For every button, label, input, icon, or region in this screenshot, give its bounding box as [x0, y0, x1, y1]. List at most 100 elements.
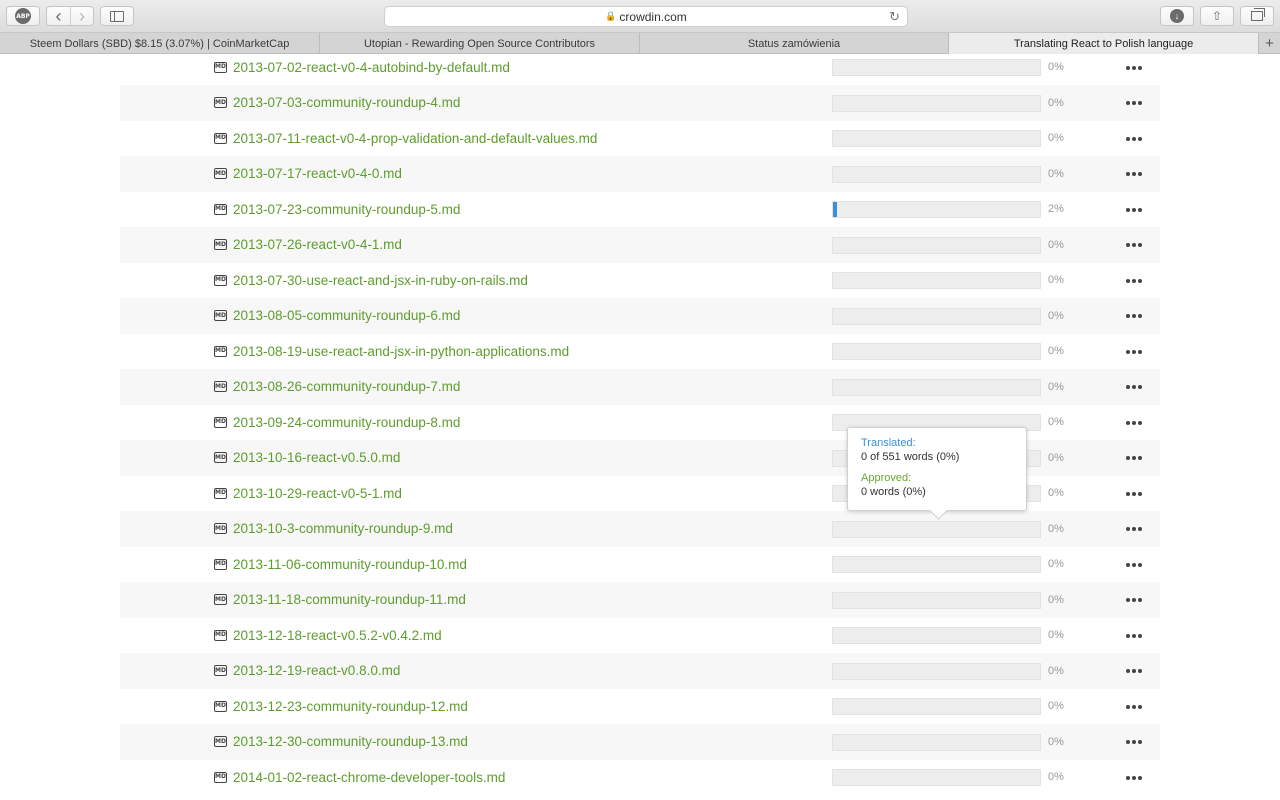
translation-progress-bar[interactable] — [832, 343, 1041, 360]
more-options-icon[interactable] — [1126, 703, 1142, 711]
translation-progress-bar[interactable] — [832, 130, 1041, 147]
sidebar-toggle-button[interactable] — [100, 6, 134, 26]
reload-icon[interactable]: ↻ — [889, 9, 900, 25]
markdown-file-icon: MD — [214, 700, 227, 712]
dot — [1126, 243, 1130, 247]
dot — [1138, 65, 1142, 70]
file-name-link[interactable]: 2013-11-06-community-roundup-10.md — [233, 557, 467, 572]
more-options-icon[interactable] — [1126, 419, 1142, 427]
translation-progress-bar[interactable] — [832, 627, 1041, 644]
markdown-file-icon: MD — [214, 132, 227, 144]
file-name-link[interactable]: 2014-01-02-react-chrome-developer-tools.… — [233, 770, 505, 785]
more-options-icon[interactable] — [1126, 454, 1142, 462]
file-list: MD 2013-07-02-react-v0-4-autobind-by-defa… — [0, 54, 1280, 800]
address-bar[interactable]: 🔒 crowdin.com ↻ — [384, 6, 908, 27]
file-name-link[interactable]: 2013-07-23-community-roundup-5.md — [233, 202, 460, 217]
forward-button[interactable]: › — [69, 6, 93, 26]
file-name-link[interactable]: 2013-07-30-use-react-and-jsx-in-ruby-on-… — [233, 273, 528, 288]
translation-progress-bar[interactable] — [832, 662, 1041, 680]
file-name-link[interactable]: 2013-07-11-react-v0-4-prop-validation-an… — [233, 131, 597, 146]
more-options-icon[interactable] — [1126, 490, 1142, 498]
file-name-link[interactable]: 2013-11-18-community-roundup-11.md — [233, 592, 466, 607]
tab-crowdin-react[interactable]: Translating React to Polish language — [949, 33, 1259, 54]
chevron-right-icon: › — [78, 6, 85, 26]
dot — [1126, 456, 1130, 460]
translation-progress-bar[interactable] — [832, 591, 1041, 609]
more-options-icon[interactable] — [1126, 774, 1142, 782]
progress-percent: 0% — [1048, 238, 1064, 251]
more-options-icon[interactable] — [1126, 135, 1142, 143]
file-name-link[interactable]: 2013-12-23-community-roundup-12.md — [233, 699, 468, 714]
translation-progress-bar[interactable] — [832, 733, 1041, 751]
more-options-icon[interactable] — [1126, 632, 1142, 640]
file-name-link[interactable]: 2013-10-29-react-v0-5-1.md — [233, 486, 402, 501]
more-options-icon[interactable] — [1126, 64, 1142, 72]
more-options-icon[interactable] — [1126, 383, 1142, 391]
dot — [1138, 349, 1142, 354]
translation-progress-bar[interactable] — [832, 59, 1041, 76]
translation-progress-bar[interactable] — [832, 556, 1041, 573]
show-tabs-button[interactable] — [1240, 6, 1274, 26]
markdown-file-icon: MD — [214, 239, 227, 250]
file-name-link[interactable]: 2013-07-26-react-v0-4-1.md — [233, 237, 402, 252]
more-options-icon[interactable] — [1126, 667, 1142, 675]
dot — [1132, 669, 1136, 673]
new-tab-button[interactable]: + — [1259, 33, 1280, 54]
file-name-link[interactable]: 2013-08-26-community-roundup-7.md — [233, 379, 460, 394]
file-name-link[interactable]: 2013-12-30-community-roundup-13.md — [233, 734, 468, 749]
more-options-icon[interactable] — [1126, 170, 1142, 178]
file-name-link[interactable]: 2013-08-19-use-react-and-jsx-in-python-a… — [233, 344, 569, 359]
more-options-icon[interactable] — [1126, 348, 1142, 356]
file-name-link[interactable]: 2013-07-03-community-roundup-4.md — [233, 95, 460, 110]
more-options-icon[interactable] — [1126, 241, 1142, 249]
file-name-link[interactable]: 2013-07-17-react-v0-4-0.md — [233, 166, 402, 181]
translation-progress-bar[interactable] — [832, 165, 1041, 183]
file-name-link[interactable]: 2013-10-3-community-roundup-9.md — [233, 521, 453, 536]
dot — [1138, 243, 1142, 247]
dot — [1138, 598, 1142, 602]
file-name-link[interactable]: 2013-07-02-react-v0-4-autobind-by-defaul… — [233, 60, 510, 75]
dot — [1126, 314, 1130, 318]
translation-progress-bar[interactable] — [832, 307, 1041, 325]
more-options-icon[interactable] — [1126, 738, 1142, 746]
more-options-icon[interactable] — [1126, 596, 1142, 604]
navigation-buttons: ‹ › — [46, 6, 94, 26]
dot — [1138, 633, 1142, 638]
adblock-button[interactable]: ABP — [6, 6, 40, 26]
more-options-icon[interactable] — [1126, 525, 1142, 533]
translation-progress-bar[interactable] — [832, 94, 1041, 112]
dot — [1126, 420, 1130, 425]
more-options-icon[interactable] — [1126, 312, 1142, 320]
file-name-link[interactable]: 2013-12-19-react-v0.8.0.md — [233, 663, 400, 678]
browser-toolbar: ABP ‹ › 🔒 crowdin.com ↻ ↓ ⇧ — [0, 0, 1280, 33]
file-name-link[interactable]: 2013-09-24-community-roundup-8.md — [233, 415, 460, 430]
translation-progress-bar[interactable] — [832, 236, 1041, 254]
progress-percent: 0% — [1048, 487, 1064, 499]
more-options-icon[interactable] — [1126, 277, 1142, 285]
translation-progress-bar[interactable] — [832, 272, 1041, 289]
dot — [1132, 101, 1136, 105]
dot — [1126, 775, 1130, 780]
file-name-link[interactable]: 2013-12-18-react-v0.5.2-v0.4.2.md — [233, 628, 442, 643]
file-name-link[interactable]: 2013-10-16-react-v0.5.0.md — [233, 450, 400, 465]
more-options-icon[interactable] — [1126, 99, 1142, 107]
markdown-file-icon: MD — [214, 452, 227, 463]
progress-percent: 0% — [1048, 558, 1064, 570]
dot — [1138, 101, 1142, 105]
translation-progress-bar[interactable] — [832, 698, 1041, 715]
file-name-link[interactable]: 2013-08-05-community-roundup-6.md — [233, 308, 460, 323]
more-options-icon[interactable] — [1126, 206, 1142, 214]
back-button[interactable]: ‹ — [47, 7, 70, 25]
tab-coinmarketcap[interactable]: Steem Dollars (SBD) $8.15 (3.07%) | Coin… — [0, 33, 320, 54]
more-options-icon[interactable] — [1126, 561, 1142, 569]
translation-progress-bar[interactable] — [832, 201, 1041, 218]
translation-progress-bar[interactable] — [832, 378, 1041, 396]
dot — [1126, 65, 1130, 70]
downloads-button[interactable]: ↓ — [1160, 6, 1194, 26]
translation-progress-bar[interactable] — [832, 520, 1041, 538]
share-button[interactable]: ⇧ — [1200, 6, 1234, 26]
tab-order-status[interactable]: Status zamówienia — [640, 33, 949, 54]
translation-progress-bar[interactable] — [832, 769, 1041, 786]
markdown-file-icon: MD — [214, 523, 227, 534]
tab-utopian[interactable]: Utopian - Rewarding Open Source Contribu… — [320, 33, 640, 54]
